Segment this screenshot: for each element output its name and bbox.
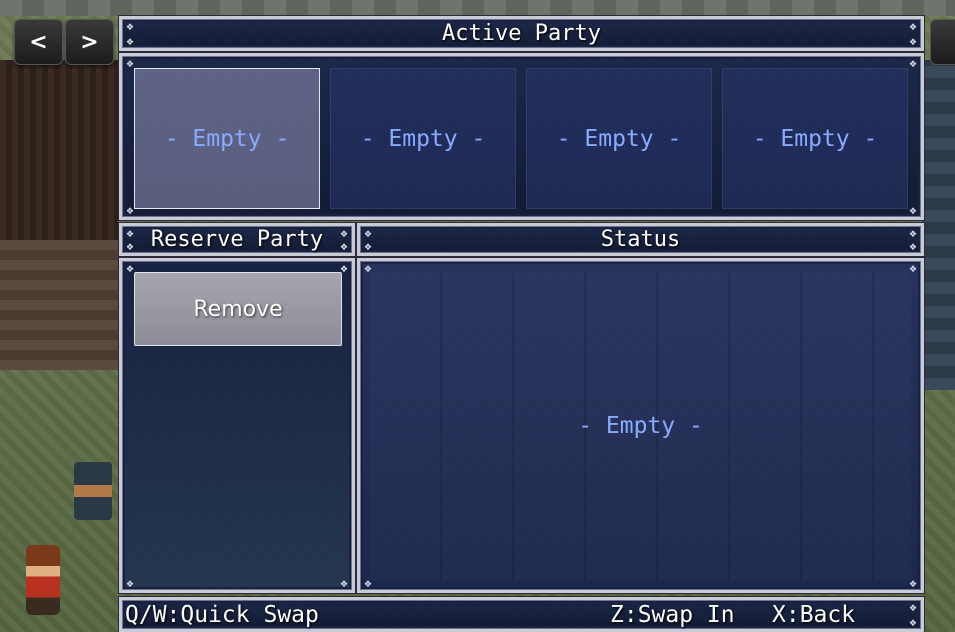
prev-page-button[interactable]: <	[14, 19, 63, 65]
party-slot-2[interactable]: - Empty -	[330, 68, 516, 209]
corner-ornament-icon: ❖	[909, 600, 917, 614]
house-roof	[0, 60, 118, 240]
player-sprite	[26, 545, 60, 615]
corner-ornament-icon: ❖	[340, 576, 348, 590]
status-window: ❖ ❖ ❖ ❖ - Empty -	[356, 257, 925, 594]
back-hint: X:Back	[772, 601, 856, 628]
remove-button[interactable]: Remove	[134, 272, 342, 346]
party-slot-3[interactable]: - Empty -	[526, 68, 712, 209]
corner-ornament-icon: ❖	[909, 203, 917, 217]
reserve-party-title: Reserve Party	[150, 227, 324, 252]
swap-in-hint: Z:Swap In	[610, 601, 735, 628]
npc-sprite	[74, 462, 112, 520]
reserve-party-title-window: ❖ ❖ ❖ ❖ Reserve Party	[118, 222, 356, 257]
corner-ornament-icon: ❖	[909, 615, 917, 629]
status-title: Status	[600, 227, 681, 252]
right-building	[922, 60, 955, 390]
active-party-title: Active Party	[442, 21, 601, 46]
corner-ornament-icon: ❖	[909, 56, 917, 70]
quick-swap-hint: Q/W:Quick Swap	[125, 601, 319, 628]
corner-ornament-icon: ❖	[126, 576, 134, 590]
status-title-window: ❖ ❖ ❖ ❖ Status	[356, 222, 925, 257]
stone-path	[0, 0, 955, 16]
reserve-party-window: ❖ ❖ ❖ ❖ Remove	[118, 257, 356, 594]
status-content: - Empty -	[578, 412, 703, 439]
party-slot-1[interactable]: - Empty -	[134, 68, 320, 209]
active-party-window: ❖ ❖ ❖ ❖ - Empty - - Empty - - Empty - - …	[118, 52, 925, 221]
active-party-title-window: ❖ ❖ ❖ ❖ Active Party	[118, 15, 925, 52]
next-page-button[interactable]: >	[65, 19, 114, 65]
help-window: ❖ ❖ Q/W:Quick Swap Z:Swap In X:Back	[118, 596, 925, 632]
house-wall	[0, 240, 118, 370]
party-slot-4[interactable]: - Empty -	[722, 68, 908, 209]
side-menu-tab[interactable]	[930, 19, 955, 65]
